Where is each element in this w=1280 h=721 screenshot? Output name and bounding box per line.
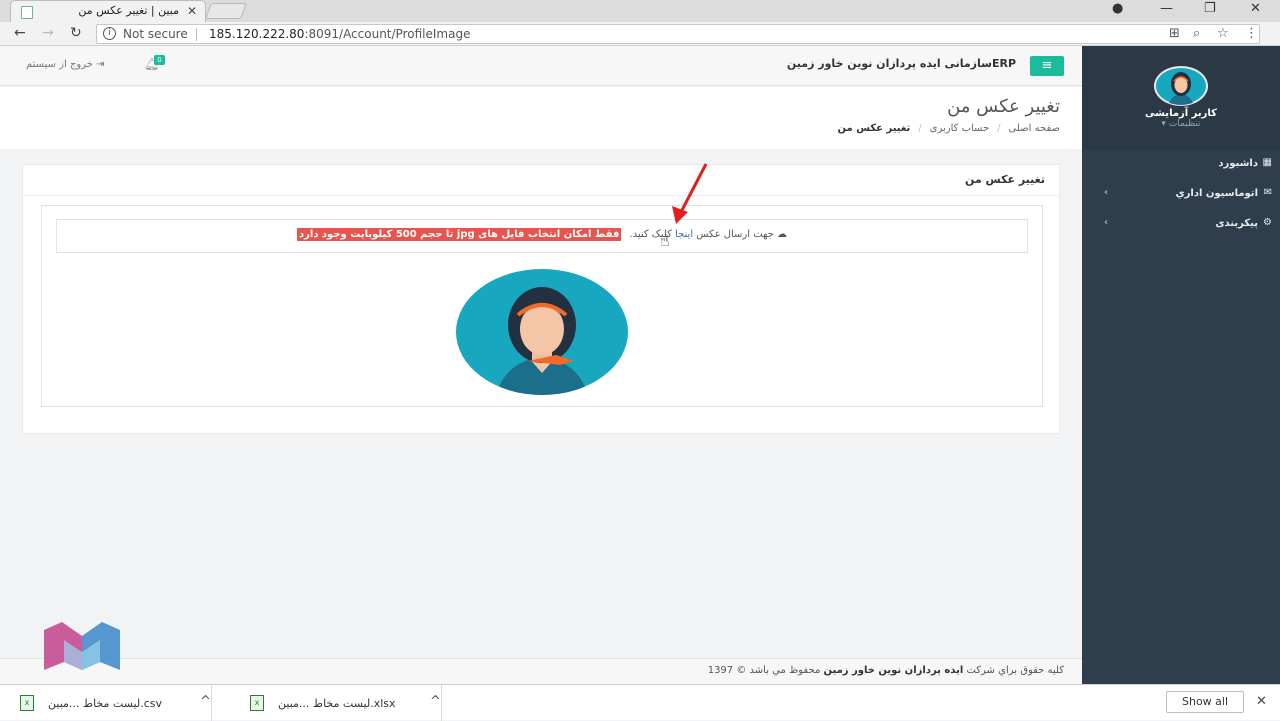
translate-icon[interactable]: ⊞ bbox=[1169, 26, 1180, 41]
profile-icon[interactable]: ● bbox=[1112, 1, 1123, 16]
annotation-arrow: ☝ bbox=[660, 163, 708, 250]
copyright-prefix: كليه حقوق براي شركت bbox=[963, 665, 1064, 676]
user-avatar[interactable] bbox=[1154, 66, 1208, 106]
minimize-icon[interactable]: — bbox=[1160, 1, 1173, 16]
bookmark-star-icon[interactable]: ☆ bbox=[1217, 26, 1229, 41]
chevron-left-icon: ‹ bbox=[1104, 187, 1109, 198]
tab-close-icon[interactable]: ✕ bbox=[187, 4, 197, 18]
download-filename: لیست مخاط ...مبين.xlsx bbox=[278, 697, 396, 710]
svg-text:☝: ☝ bbox=[660, 231, 670, 250]
sidebar-item-label: پیکربندی bbox=[1215, 218, 1258, 229]
chevron-up-icon[interactable]: ^ bbox=[430, 694, 441, 709]
footer: كليه حقوق براي شركت ايده پردازان نوين خا… bbox=[0, 658, 1082, 684]
reload-icon[interactable]: ↻ bbox=[70, 25, 82, 41]
chevron-left-icon: ‹ bbox=[1104, 217, 1109, 228]
back-icon[interactable]: ← bbox=[14, 25, 26, 41]
download-item[interactable]: x لیست مخاط ...مبين.csv ^ bbox=[0, 685, 212, 721]
downloads-bar: x لیست مخاط ...مبين.csv ^ x لیست مخاط ..… bbox=[0, 684, 1280, 721]
forward-icon[interactable]: → bbox=[42, 25, 54, 41]
close-downloads-icon[interactable]: ✕ bbox=[1256, 694, 1267, 709]
envelope-icon: ✉ bbox=[1263, 187, 1272, 198]
restore-icon[interactable]: ❐ bbox=[1204, 1, 1216, 16]
chrome-menu-icon[interactable]: ⋮ bbox=[1245, 26, 1258, 41]
url-text[interactable]: 185.120.222.80:8091/Account/ProfileImage bbox=[209, 27, 470, 41]
watermark-logo bbox=[44, 622, 120, 670]
user-panel: کاربر آزمایشی تنظیمات ▾ bbox=[1082, 46, 1280, 150]
sidebar-item-label: اتوماسیون اداري bbox=[1175, 188, 1258, 199]
new-tab-button[interactable] bbox=[205, 3, 247, 19]
window-close-icon[interactable]: ✕ bbox=[1250, 1, 1261, 16]
caret-down-icon: ▾ bbox=[1161, 119, 1166, 129]
tab-title: مبين | تغيير عكس من bbox=[78, 4, 179, 17]
url-path: :8091/Account/ProfileImage bbox=[304, 27, 471, 41]
excel-file-icon: x bbox=[20, 695, 34, 711]
app-root: ⇥ خروج از سیستم 🔔︎ 0 ERPسازمانی ایده پرد… bbox=[0, 46, 1280, 684]
address-bar[interactable]: i Not secure 185.120.222.80:8091/Account… bbox=[96, 24, 1260, 44]
browser-tab-strip: مبين | تغيير عكس من ✕ ● — ❐ ✕ bbox=[0, 0, 1280, 22]
show-all-button[interactable]: Show all bbox=[1166, 691, 1244, 713]
browser-toolbar: ← → ↻ i Not secure 185.120.222.80:8091/A… bbox=[0, 22, 1280, 46]
settings-label: تنظیمات bbox=[1168, 119, 1201, 129]
sidebar-item-office-automation[interactable]: ✉ اتوماسیون اداري ‹ bbox=[1082, 180, 1280, 208]
copyright-text: كليه حقوق براي شركت ايده پردازان نوين خا… bbox=[708, 665, 1064, 676]
user-name[interactable]: کاربر آزمایشی bbox=[1082, 108, 1280, 119]
sidebar-item-dashboard[interactable]: ▦ داشبورد bbox=[1082, 150, 1280, 178]
download-item[interactable]: x لیست مخاط ...مبين.xlsx ^ bbox=[230, 685, 442, 721]
copyright-company: ايده پردازان نوين خاور زمين bbox=[823, 665, 964, 676]
sidebar-item-label: داشبورد bbox=[1218, 158, 1258, 169]
dashboard-icon: ▦ bbox=[1262, 157, 1272, 168]
sidebar-item-configuration[interactable]: ⚙ پیکربندی ‹ bbox=[1082, 210, 1280, 238]
chevron-up-icon[interactable]: ^ bbox=[200, 694, 211, 709]
page-favicon-icon bbox=[21, 6, 33, 19]
info-icon[interactable]: i bbox=[103, 27, 116, 40]
user-settings-link[interactable]: تنظیمات ▾ bbox=[1082, 119, 1280, 129]
download-filename: لیست مخاط ...مبين.csv bbox=[48, 697, 162, 710]
omnibox-divider bbox=[196, 28, 197, 41]
copyright-suffix: محفوظ مي باشد © 1397 bbox=[707, 665, 824, 676]
security-label: Not secure bbox=[123, 27, 188, 41]
url-host: 185.120.222.80 bbox=[209, 27, 305, 41]
zoom-icon[interactable]: ⌕ bbox=[1193, 26, 1200, 41]
sidebar: کاربر آزمایشی تنظیمات ▾ ▦ داشبورد ✉ اتوم… bbox=[1082, 46, 1280, 684]
cogs-icon: ⚙ bbox=[1263, 217, 1272, 228]
browser-tab[interactable]: مبين | تغيير عكس من ✕ bbox=[10, 0, 206, 22]
excel-file-icon: x bbox=[250, 695, 264, 711]
